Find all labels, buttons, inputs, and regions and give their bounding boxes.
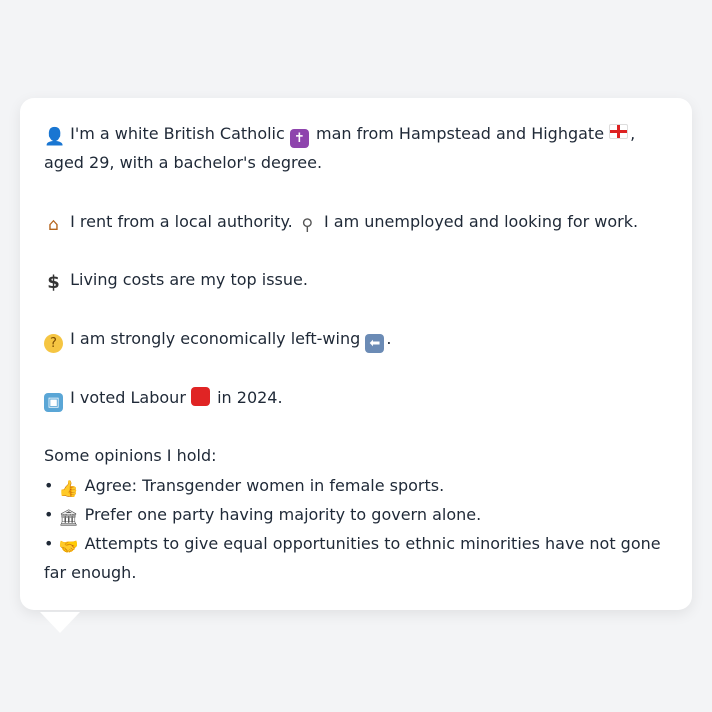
housing-text: I rent from a local authority.	[70, 211, 293, 231]
identity-paragraph: 👤 I'm a white British Catholic ✝ man fro…	[44, 119, 668, 178]
employment-text: I am unemployed and looking for work.	[323, 211, 639, 231]
opinion-text: Agree: Transgender women in female sport…	[84, 475, 445, 495]
bullet: •	[44, 504, 54, 524]
handshake-icon: 🤝	[58, 537, 79, 557]
left-arrow-icon: ⬅	[365, 334, 385, 354]
identity-text: I'm a white British Catholic	[70, 124, 285, 143]
bullet: •	[44, 475, 54, 495]
opinion-text: Attempts to give equal opportunities to …	[44, 534, 661, 583]
issue-text: Living costs are my top issue.	[70, 270, 308, 290]
vote-paragraph: ▣ I voted Labour in 2024.	[44, 383, 668, 412]
opinion-item: • 👍 Agree: Transgender women in female s…	[44, 471, 668, 500]
person-icon: 👤	[44, 127, 66, 147]
thumbs-up-icon: 👍	[58, 478, 79, 498]
vote-year-text: in 2024.	[217, 387, 283, 407]
ideology-paragraph: ? I am strongly economically left-wing ⬅…	[44, 324, 668, 354]
dollar-icon: $	[47, 272, 60, 294]
vote-text: I voted Labour	[70, 387, 186, 407]
persona-card: 👤 I'm a white British Catholic ✝ man fro…	[20, 98, 692, 610]
opinions-heading: Some opinions I hold:	[44, 446, 217, 466]
opinion-item: • 🏛 Prefer one party having majority to …	[44, 500, 668, 529]
location-text: man from Hampstead and Highgate	[315, 124, 605, 143]
red-square-icon	[191, 386, 210, 406]
ideology-period: .	[386, 329, 392, 349]
latin-cross-icon: ✝	[289, 129, 309, 148]
opinions-section: Some opinions I hold: • 👍 Agree: Transge…	[44, 441, 668, 587]
thinking-face-icon: ?	[44, 334, 63, 354]
house-icon: ⌂	[48, 214, 59, 235]
ideology-text: I am strongly economically left-wing	[70, 329, 361, 349]
speech-bubble-tail	[40, 612, 80, 633]
classical-building-icon: 🏛	[58, 507, 79, 527]
housing-paragraph: ⌂ I rent from a local authority. ⚲ I am …	[44, 207, 668, 236]
england-flag-icon	[609, 124, 629, 139]
opinion-text: Prefer one party having majority to gove…	[84, 504, 482, 524]
bullet: •	[44, 534, 54, 554]
opinion-item: • 🤝 Attempts to give equal opportunities…	[44, 529, 668, 588]
magnifier-icon: ⚲	[301, 214, 314, 234]
ballot-box-icon: ▣	[44, 392, 63, 412]
issue-paragraph: $ Living costs are my top issue.	[44, 265, 668, 294]
